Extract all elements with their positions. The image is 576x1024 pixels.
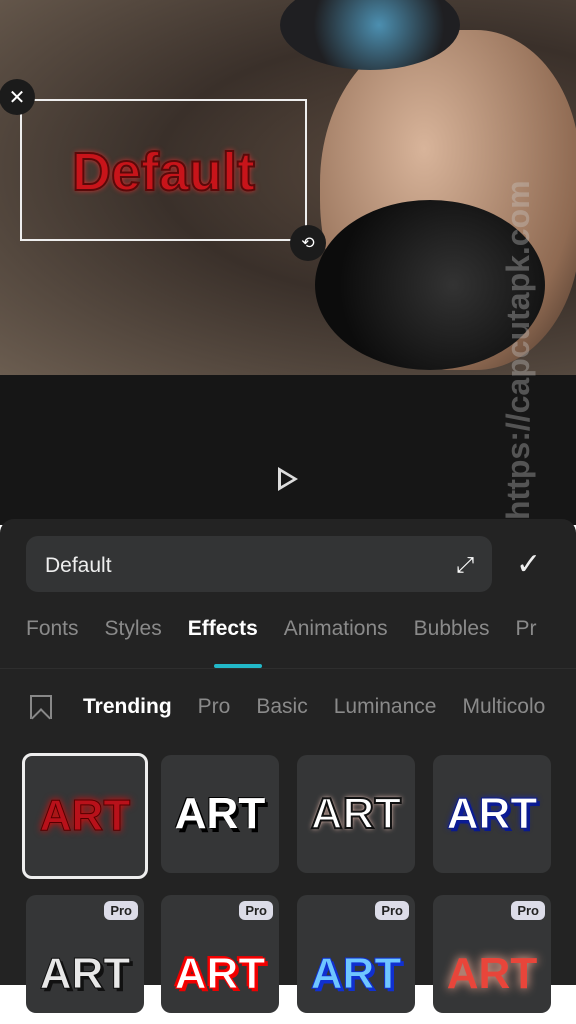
rotate-icon: ⟲ [301, 235, 315, 252]
delete-text-button[interactable]: ✕ [0, 79, 35, 115]
play-icon[interactable] [278, 467, 298, 491]
tab-effects[interactable]: Effects [188, 617, 258, 641]
effect-tile[interactable]: ART Pro [26, 895, 144, 1013]
pro-badge: Pro [239, 901, 273, 920]
effect-preview-text: ART [174, 949, 266, 999]
tab-animations[interactable]: Animations [284, 617, 388, 641]
text-input-value: Default [45, 554, 112, 577]
effect-tile[interactable]: ART [161, 755, 279, 873]
video-preview: Default ✕ ⟲ [0, 0, 576, 375]
effect-tile[interactable]: ART Pro [161, 895, 279, 1013]
bookmark-icon[interactable] [30, 695, 52, 719]
category-pro[interactable]: Pro [198, 695, 231, 719]
effect-preview-text: ART [39, 949, 131, 999]
text-panel: Default ⤢ ✓ Fonts Styles Effects Animatio… [0, 519, 576, 1013]
tab-styles[interactable]: Styles [105, 617, 162, 641]
pro-badge: Pro [511, 901, 545, 920]
player-area [0, 375, 576, 525]
effect-preview-text: ART [310, 788, 402, 839]
category-bar: Trending Pro Basic Luminance Multicolo [83, 695, 545, 719]
category-luminance[interactable]: Luminance [334, 695, 437, 719]
effect-preview-text: ART [174, 789, 266, 838]
effect-preview-text: ART [446, 789, 538, 839]
effect-preview-text: ART [310, 949, 402, 999]
effect-tile[interactable]: ART Pro [433, 895, 551, 1013]
text-input[interactable]: Default ⤢ [26, 536, 492, 592]
effect-tile[interactable]: ART Pro [297, 895, 415, 1013]
category-multicolor[interactable]: Multicolo [462, 695, 545, 719]
effect-preview-text: ART [446, 949, 538, 998]
divider [0, 668, 576, 669]
effect-tile[interactable]: ART [297, 755, 415, 873]
effect-tile[interactable]: ART [22, 753, 148, 879]
tab-fonts[interactable]: Fonts [26, 617, 79, 641]
rotate-scale-handle[interactable]: ⟲ [290, 225, 326, 261]
tab-bubbles[interactable]: Bubbles [414, 617, 490, 641]
category-trending[interactable]: Trending [83, 695, 172, 719]
pro-badge: Pro [104, 901, 138, 920]
watermark: https://capcutapk.com [500, 180, 536, 520]
effect-preview-text: ART [39, 791, 131, 841]
pro-badge: Pro [375, 901, 409, 920]
check-icon[interactable]: ✓ [516, 547, 541, 582]
text-overlay-box[interactable]: Default [20, 99, 307, 241]
close-icon: ✕ [8, 86, 26, 109]
category-basic[interactable]: Basic [256, 695, 307, 719]
effect-tile[interactable]: ART [433, 755, 551, 873]
tab-pr[interactable]: Pr [516, 617, 537, 641]
expand-icon[interactable]: ⤢ [456, 552, 474, 578]
overlay-text: Default [71, 141, 256, 203]
tab-bar: Fonts Styles Effects Animations Bubbles … [26, 617, 537, 641]
